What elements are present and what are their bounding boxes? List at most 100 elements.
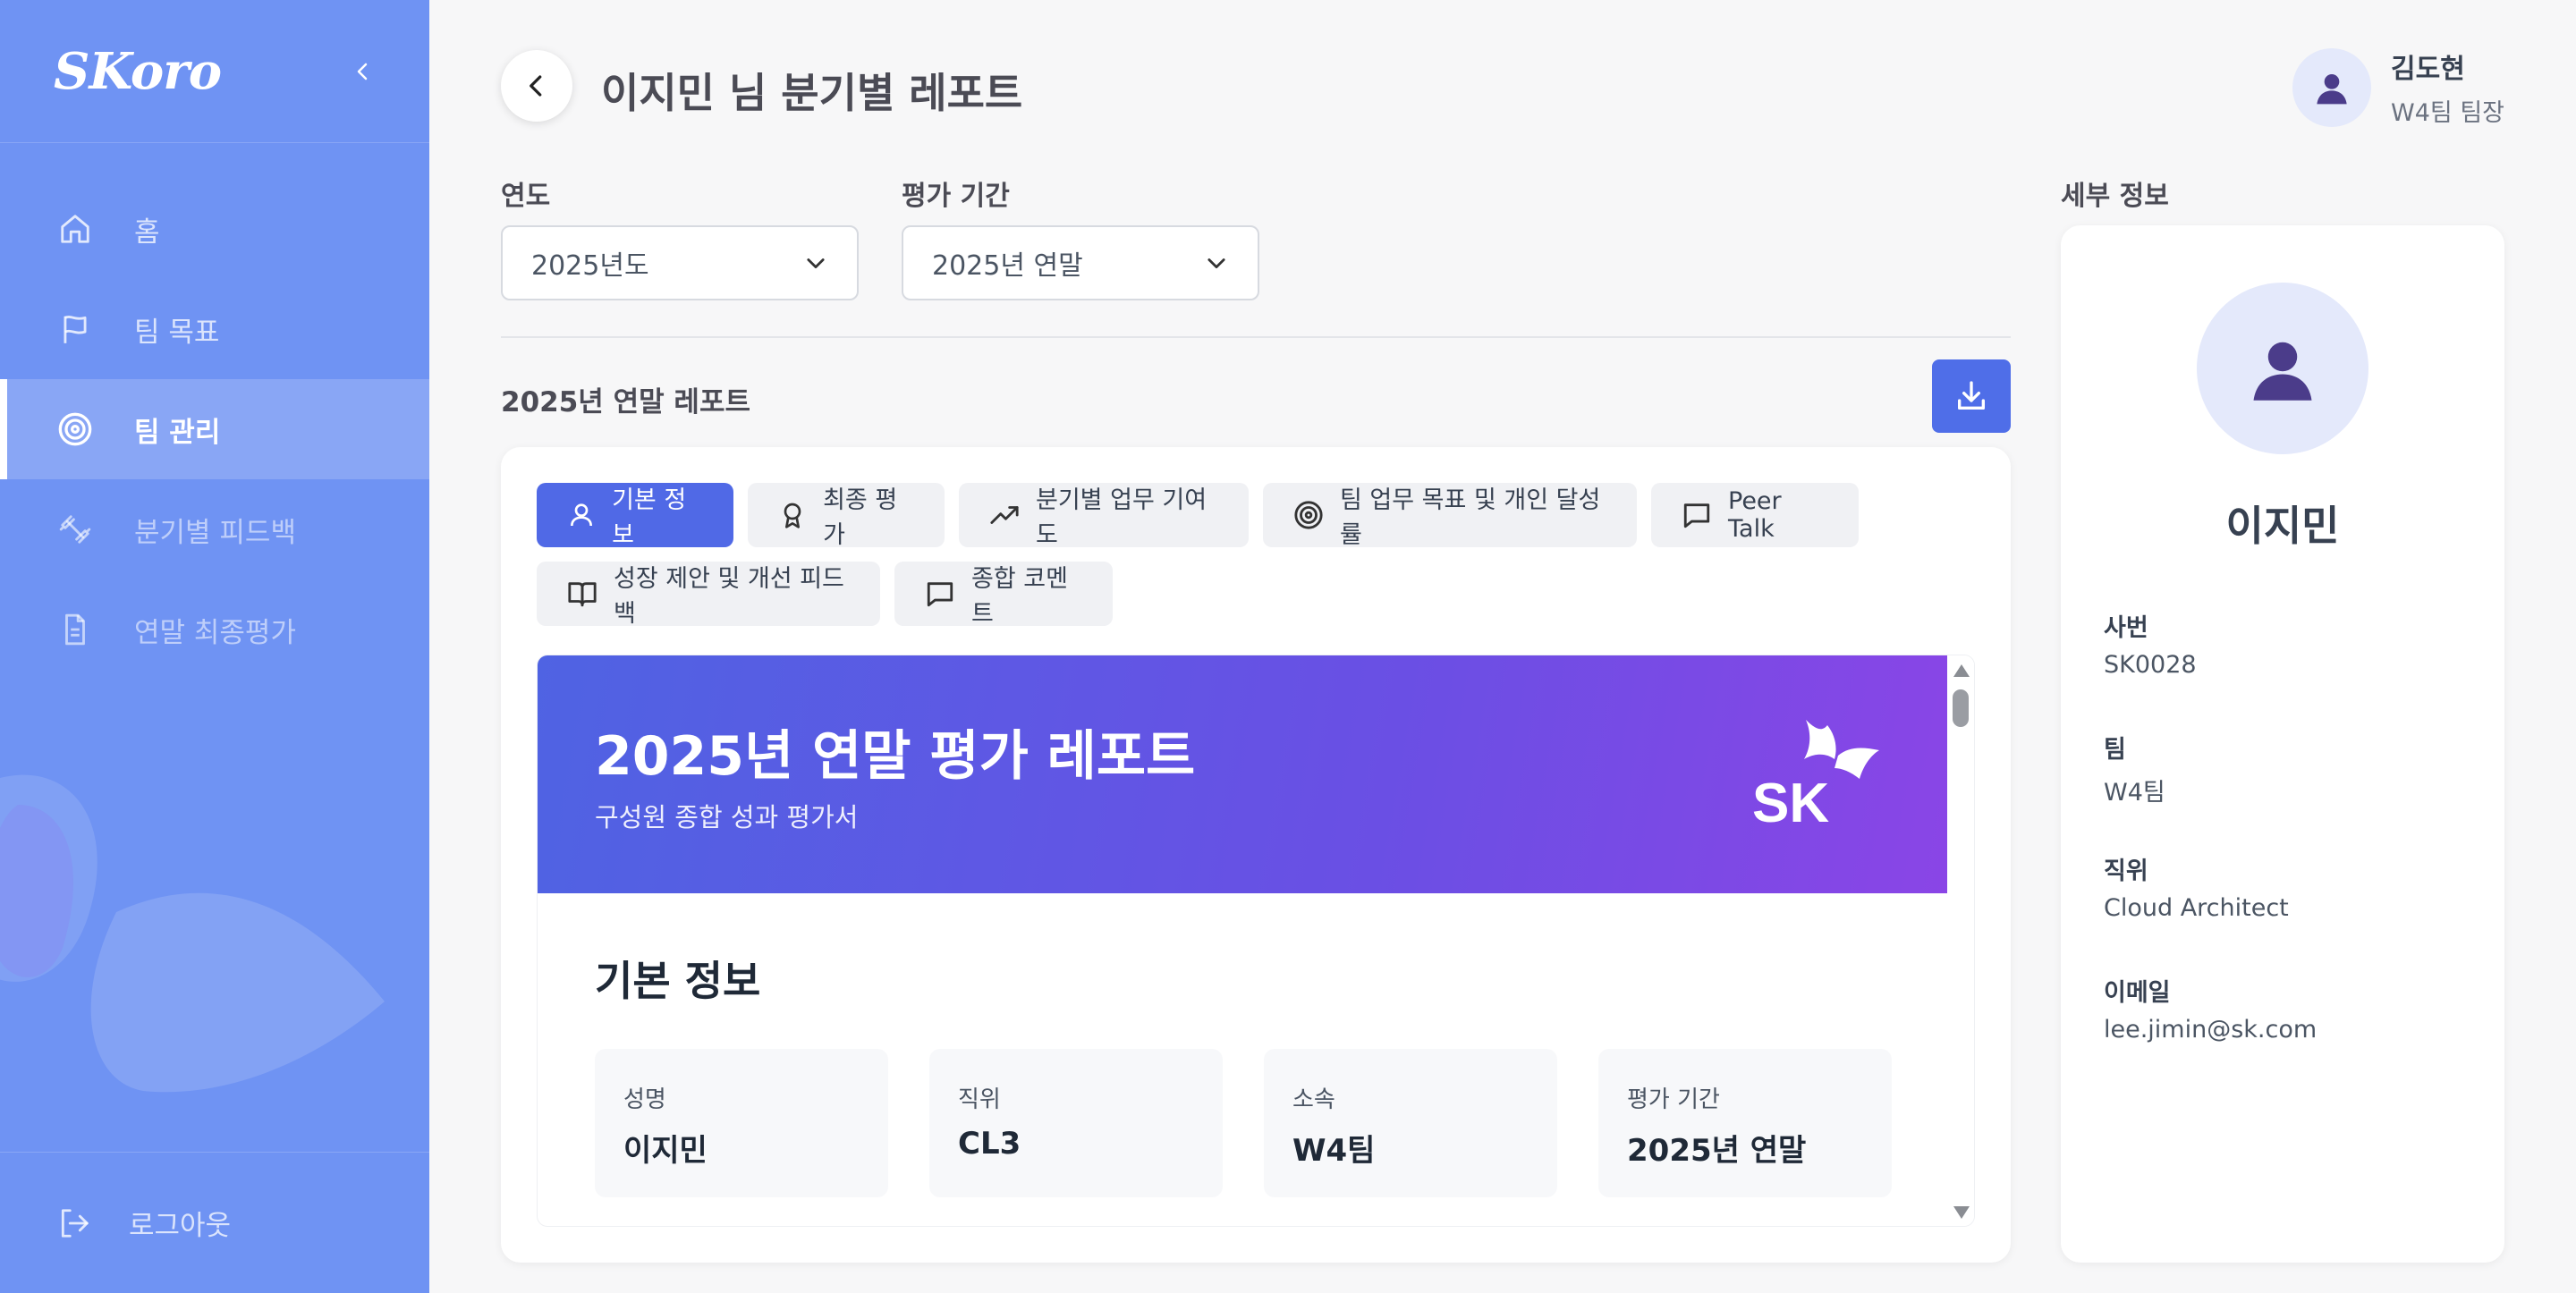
sidebar-nav: 홈 팀 목표 팀 관리 분기별 피드백 연말 최종평가 <box>0 179 429 680</box>
chevron-left-icon <box>530 75 542 97</box>
detail-name: 이지민 <box>2225 502 2340 550</box>
butterfly-decoration <box>0 774 385 1093</box>
avatar <box>2197 283 2368 454</box>
info-label: 평가 기간 <box>1627 1086 1720 1113</box>
app-logo[interactable]: SKoro <box>54 42 222 101</box>
info-label: 성명 <box>623 1086 666 1113</box>
message-icon <box>925 579 955 609</box>
tab-final-evaluation[interactable]: 최종 평가 <box>748 483 945 549</box>
sidebar-item-label: 팀 관리 <box>134 416 221 449</box>
period-select-value: 2025년 연말 <box>932 250 1083 282</box>
logout-icon <box>57 1205 93 1241</box>
back-button[interactable] <box>501 50 572 122</box>
sidebar-header: SKoro <box>0 0 429 143</box>
sidebar-item-label: 홈 <box>134 216 160 249</box>
year-select-value: 2025년도 <box>531 250 649 282</box>
section-title: 기본 정보 <box>595 957 761 1005</box>
home-icon <box>57 211 93 247</box>
scrollbar[interactable] <box>1947 655 1974 1226</box>
info-card-team: 소속 W4팀 <box>1264 1049 1557 1197</box>
tab-basic-info[interactable]: 기본 정보 <box>537 483 733 549</box>
logout-label: 로그아웃 <box>129 1210 232 1242</box>
detail-field-label: 사번 <box>2104 614 2148 642</box>
detail-card: 이지민 사번 SK0028 팀 W4팀 직위 Cloud Architect 이… <box>2061 225 2504 1263</box>
logout-button[interactable]: 로그아웃 <box>0 1152 429 1293</box>
period-select[interactable]: 2025년 연말 <box>902 225 1259 300</box>
tab-growth-feedback[interactable]: 성장 제안 및 개선 피드백 <box>537 562 880 628</box>
period-label: 평가 기간 <box>902 181 1010 212</box>
year-select[interactable]: 2025년도 <box>501 225 859 300</box>
detail-field-value: lee.jimin@sk.com <box>2104 1016 2318 1044</box>
download-icon <box>1958 381 1985 410</box>
download-button[interactable] <box>1932 359 2011 433</box>
report-banner: 2025년 연말 평가 레포트 구성원 종합 성과 평가서 SK <box>538 655 1949 893</box>
detail-field-value: Cloud Architect <box>2104 894 2289 922</box>
sidebar-item-label: 팀 목표 <box>134 316 220 349</box>
chevron-down-icon <box>807 258 825 269</box>
detail-field-value: W4팀 <box>2104 779 2165 807</box>
banner-subtitle: 구성원 종합 성과 평가서 <box>595 802 859 832</box>
info-label: 소속 <box>1292 1086 1335 1113</box>
sidebar: SKoro 홈 팀 목표 팀 관리 분기별 피드백 연말 최종평가 로그아웃 <box>0 0 429 1293</box>
report-card: 기본 정보 최종 평가 분기별 업무 기여도 팀 업무 목표 및 개인 달성률 … <box>501 447 2011 1263</box>
user-avatar-icon <box>2253 342 2312 401</box>
tab-team-goals-achievement[interactable]: 팀 업무 목표 및 개인 달성률 <box>1263 483 1637 549</box>
target-icon <box>57 411 93 447</box>
divider <box>501 336 2011 338</box>
info-value: CL3 <box>958 1126 1021 1162</box>
detail-field-label: 팀 <box>2104 736 2126 764</box>
sidebar-item-quarterly-feedback[interactable]: 분기별 피드백 <box>0 479 429 579</box>
tab-label: 팀 업무 목표 및 개인 달성률 <box>1340 486 1601 549</box>
sidebar-item-home[interactable]: 홈 <box>0 179 429 279</box>
info-card-position: 직위 CL3 <box>929 1049 1223 1197</box>
info-label: 직위 <box>958 1086 1001 1113</box>
sidebar-item-team-management[interactable]: 팀 관리 <box>0 379 429 479</box>
sidebar-item-team-goals[interactable]: 팀 목표 <box>0 279 429 379</box>
detail-field-value: SK0028 <box>2104 651 2197 679</box>
detail-section-label: 세부 정보 <box>2061 181 2169 212</box>
svg-text:SK: SK <box>1752 773 1829 827</box>
tab-label: 기본 정보 <box>612 486 687 549</box>
sidebar-item-label: 분기별 피드백 <box>134 516 296 549</box>
scroll-up-arrow-icon[interactable] <box>1953 664 1970 677</box>
sidebar-item-label: 연말 최종평가 <box>134 616 296 649</box>
scrollbar-thumb[interactable] <box>1953 689 1969 727</box>
flag-icon <box>57 311 93 347</box>
info-card-period: 평가 기간 2025년 연말 <box>1598 1049 1892 1197</box>
avatar <box>2292 47 2372 127</box>
info-value: 2025년 연말 <box>1627 1133 1807 1169</box>
tab-label: Peer Talk <box>1728 487 1782 543</box>
report-title: 2025년 연말 레포트 <box>501 386 750 418</box>
tab-label: 성장 제안 및 개선 피드백 <box>614 565 844 628</box>
tab-label: 최종 평가 <box>823 486 898 549</box>
tab-quarterly-contribution[interactable]: 분기별 업무 기여도 <box>959 483 1249 549</box>
info-value: 이지민 <box>623 1133 708 1169</box>
sidebar-item-annual-evaluation[interactable]: 연말 최종평가 <box>0 579 429 680</box>
user-name: 김도현 <box>2391 54 2465 85</box>
year-label: 연도 <box>501 181 551 212</box>
tab-overall-comment[interactable]: 종합 코멘트 <box>894 562 1113 628</box>
user-avatar-icon <box>2317 73 2347 104</box>
chevron-down-icon <box>1208 258 1225 269</box>
tab-peer-talk[interactable]: Peer Talk <box>1651 483 1859 547</box>
target-icon <box>1293 500 1324 530</box>
user-role: W4팀 팀장 <box>2391 99 2504 127</box>
chevron-left-icon <box>357 63 368 80</box>
user-icon <box>567 500 596 530</box>
report-preview[interactable]: 2025년 연말 평가 레포트 구성원 종합 성과 평가서 SK 기본 정보 성… <box>537 655 1975 1227</box>
sk-logo: SK <box>1752 720 1879 827</box>
info-card-name: 성명 이지민 <box>595 1049 888 1197</box>
trending-up-icon <box>989 500 1020 530</box>
award-icon <box>778 500 807 530</box>
scroll-down-arrow-icon[interactable] <box>1953 1206 1970 1219</box>
detail-field-label: 직위 <box>2104 858 2148 885</box>
book-icon <box>567 579 597 609</box>
detail-field-label: 이메일 <box>2104 979 2171 1007</box>
page-title: 이지민 님 분기별 레포트 <box>601 69 1023 117</box>
user-profile[interactable]: 김도현 W4팀 팀장 <box>2292 46 2504 128</box>
tab-label: 분기별 업무 기여도 <box>1036 486 1208 549</box>
message-icon <box>1682 500 1712 530</box>
document-icon <box>57 612 93 647</box>
collapse-sidebar-button[interactable] <box>345 54 381 89</box>
tab-label: 종합 코멘트 <box>971 565 1068 628</box>
